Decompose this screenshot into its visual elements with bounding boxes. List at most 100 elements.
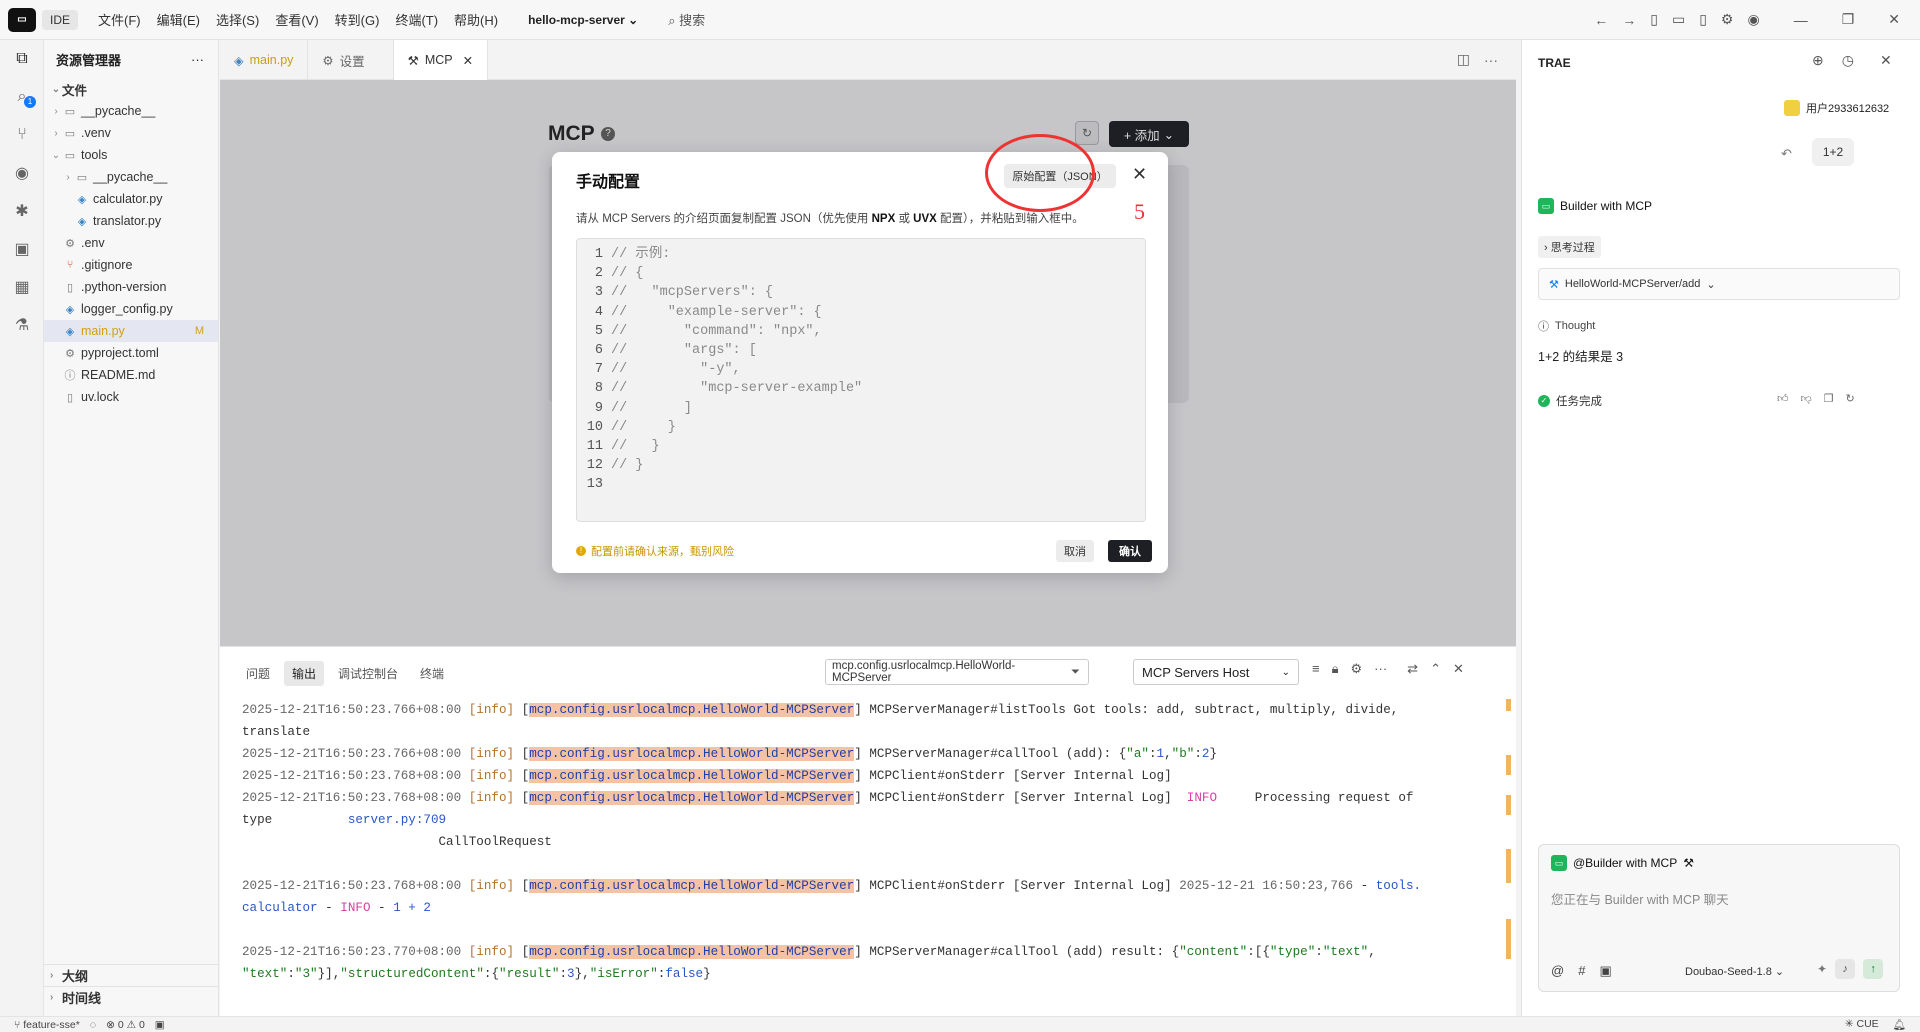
search-files-icon[interactable]: ⌕ [0, 78, 44, 116]
tree-item[interactable]: ⚙ pyproject.toml [44, 342, 218, 364]
lock-scroll-icon[interactable]: 🔒︎ [1332, 661, 1339, 677]
more-icon[interactable]: ··· [1374, 661, 1387, 677]
menu-select[interactable]: 选择(S) [208, 10, 267, 29]
debug-bug-icon[interactable]: ✱ [0, 192, 44, 230]
tab-problems[interactable]: 问题 [238, 661, 278, 686]
sparkle-icon[interactable]: ✦ [1817, 962, 1827, 976]
tree-item[interactable]: ◈ translator.py [44, 210, 218, 232]
confirm-button[interactable]: 确认 [1108, 540, 1152, 562]
back-arrow-icon[interactable]: ← [1594, 12, 1608, 28]
project-switcher[interactable]: hello-mcp-server ⌄ [528, 13, 638, 27]
menu-terminal[interactable]: 终端(T) [387, 10, 446, 29]
history-icon[interactable]: ◷ [1842, 52, 1854, 69]
tree-item[interactable]: ◈ logger_config.py [44, 298, 218, 320]
hash-icon[interactable]: # [1578, 963, 1585, 979]
tree-item[interactable]: ⌄ ▭ tools [44, 144, 218, 166]
retry-icon[interactable]: ↻ [1846, 392, 1855, 405]
tree-item-active[interactable]: ◈ main.py M [44, 320, 218, 342]
menu-edit[interactable]: 编辑(E) [149, 10, 208, 29]
close-panel-icon[interactable]: ✕ [1453, 661, 1464, 677]
tab-debug-console[interactable]: 调试控制台 [330, 661, 406, 686]
panel-layout-icon[interactable]: ⇄ [1407, 661, 1418, 677]
testing-flask-icon[interactable]: ⚗ [0, 306, 44, 344]
minimize-icon[interactable]: — [1794, 12, 1808, 28]
tree-item[interactable]: ◈ calculator.py [44, 188, 218, 210]
output-filter-input[interactable]: mcp.config.usrlocalmcp.HelloWorld-MCPSer… [825, 659, 1089, 685]
source-control-icon[interactable]: ⑂ [0, 116, 44, 154]
tools-icon[interactable]: ⚒ [1683, 856, 1694, 870]
ports-icon[interactable]: ▣ [155, 1019, 165, 1031]
problems-indicator[interactable]: ⊗ 0 ⚠ 0 [106, 1019, 145, 1031]
chat-input[interactable]: 您正在与 Builder with MCP 聊天 [1551, 889, 1729, 908]
account-icon[interactable]: ◉ [1747, 11, 1759, 28]
thinking-toggle[interactable]: › 思考过程 [1538, 236, 1601, 258]
toggle-chat-icon[interactable]: ▯ [1699, 11, 1707, 28]
branch-indicator[interactable]: ⑂ feature-sse* [14, 1019, 80, 1031]
maximize-panel-icon[interactable]: ⌃ [1430, 661, 1441, 677]
image-icon[interactable]: ▣ [1599, 963, 1611, 979]
notifications-icon[interactable]: 🔔︎ [1893, 1018, 1906, 1031]
ide-mode-chip[interactable]: IDE [42, 9, 79, 30]
more-icon[interactable]: ··· [191, 52, 204, 67]
menu-goto[interactable]: 转到(G) [327, 10, 388, 29]
filter-icon[interactable]: ⏷ [1071, 666, 1080, 679]
menu-help[interactable]: 帮助(H) [446, 10, 506, 29]
explorer-icon[interactable]: ⧉ [0, 40, 44, 78]
tree-item[interactable]: › ▭ .venv [44, 122, 218, 144]
command-search[interactable]: ⌕ 搜索 [668, 10, 705, 29]
tree-item[interactable]: ⚙ .env [44, 232, 218, 254]
tree-item[interactable]: ▯ .python-version [44, 276, 218, 298]
close-icon[interactable]: ✕ [1880, 52, 1892, 69]
new-chat-icon[interactable]: ⊕ [1812, 52, 1824, 69]
close-window-icon[interactable]: ✕ [1888, 11, 1900, 28]
close-icon[interactable]: ✕ [463, 53, 473, 68]
refresh-button[interactable]: ↻ [1075, 121, 1099, 145]
log-scrollbar[interactable] [1506, 699, 1512, 999]
undo-icon[interactable]: ↶ [1781, 146, 1792, 162]
restore-icon[interactable]: ❐ [1842, 11, 1855, 28]
tree-item[interactable]: ▯ uv.lock [44, 386, 218, 408]
mention-icon[interactable]: @ [1551, 963, 1564, 979]
tab-output[interactable]: 输出 [284, 661, 325, 686]
tree-item[interactable]: › ▭ __pycache__ [44, 166, 218, 188]
add-server-button[interactable]: + 添加 ⌄ [1109, 121, 1189, 147]
json-config-editor[interactable]: 1 // 示例: 2 // {3 // "mcpServers": {4 // "exam… [576, 238, 1146, 522]
close-icon[interactable]: ✕ [1132, 164, 1147, 185]
forward-arrow-icon[interactable]: → [1622, 12, 1636, 28]
cancel-button[interactable]: 取消 [1056, 540, 1094, 562]
outline-section[interactable]: › 大纲 [44, 964, 219, 986]
microphone-icon[interactable]: ♪ [1835, 959, 1856, 979]
settings-gear-icon[interactable]: ⚙ [1721, 11, 1734, 28]
thumbs-down-icon[interactable]: 👎︎ [1801, 392, 1812, 405]
tab-main-py[interactable]: ◈ main.py [220, 40, 309, 80]
split-editor-icon[interactable]: ◫ [1457, 51, 1470, 68]
tab-mcp[interactable]: ⚒ MCP ✕ [393, 40, 489, 80]
copy-icon[interactable]: ❐ [1824, 392, 1834, 405]
tab-terminal[interactable]: 终端 [412, 661, 452, 686]
clear-output-icon[interactable]: ≡ [1312, 661, 1320, 677]
timeline-section[interactable]: › 时间线 [44, 986, 219, 1008]
tree-root[interactable]: ⌄ 文件 [44, 78, 218, 100]
menu-view[interactable]: 查看(V) [267, 10, 326, 29]
help-icon[interactable]: ? [601, 127, 615, 141]
cue-indicator[interactable]: ✳ CUE [1845, 1018, 1879, 1031]
output-channel-select[interactable]: MCP Servers Host ⌄ [1133, 659, 1299, 685]
log-file-link[interactable]: server.py:709 [348, 813, 446, 827]
model-select[interactable]: Doubao-Seed-1.8 ⌄ [1685, 965, 1784, 978]
sync-icon[interactable]: ◌ [90, 1019, 96, 1031]
thumbs-up-icon[interactable]: 👍︎ [1777, 392, 1789, 405]
gear-icon[interactable]: ⚙ [1351, 661, 1363, 677]
more-icon[interactable]: ··· [1484, 52, 1498, 68]
menu-file[interactable]: 文件(F) [90, 10, 149, 29]
tab-settings[interactable]: ⚙ 设置 [308, 40, 394, 80]
extensions-icon[interactable]: ▦ [0, 268, 44, 306]
send-button[interactable]: ↑ [1863, 959, 1884, 979]
preview-eye-icon[interactable]: ◉ [0, 154, 44, 192]
tree-item[interactable]: › ▭ __pycache__ [44, 100, 218, 122]
tree-item[interactable]: ⓘ README.md [44, 364, 218, 386]
tree-item[interactable]: ⑂ .gitignore [44, 254, 218, 276]
remote-icon[interactable]: ▣ [0, 230, 44, 268]
toggle-sidebar-icon[interactable]: ▯ [1650, 11, 1658, 28]
tool-call-card[interactable]: ⚒ HelloWorld-MCPServer/add ⌄ [1538, 268, 1900, 300]
toggle-panel-icon[interactable]: ▭ [1672, 11, 1685, 28]
